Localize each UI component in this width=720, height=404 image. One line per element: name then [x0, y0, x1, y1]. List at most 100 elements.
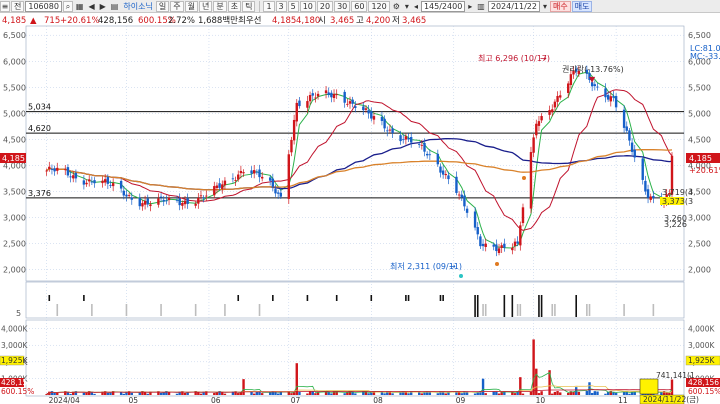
period-yearly[interactable]: 년 — [198, 0, 213, 12]
candle-body — [497, 248, 501, 254]
dropdown-icon[interactable]: ▾ — [403, 1, 411, 12]
quote-volume: 428,156 — [98, 16, 133, 26]
volume-bar — [391, 393, 394, 395]
candle-body — [484, 243, 487, 248]
high-arrow-icon: → — [540, 54, 547, 63]
candle-body — [308, 95, 312, 102]
data-count-input[interactable]: 145/2400 — [420, 0, 466, 12]
candle-body — [125, 194, 128, 197]
x-tick-label: 09 — [456, 396, 466, 404]
tab-daily[interactable]: 일 — [155, 0, 170, 12]
signal-bar — [442, 295, 444, 301]
candle-body — [143, 200, 147, 205]
rights-annotation: 권리락(-13.76%) — [562, 64, 624, 74]
candle-body — [455, 176, 458, 193]
next-arrow-icon[interactable]: ▶ — [98, 1, 108, 12]
interval-10[interactable]: 10 — [299, 0, 316, 12]
stock-code-input[interactable]: 106080 — [25, 0, 62, 12]
candle-body — [221, 184, 224, 189]
candle-body — [258, 169, 261, 178]
period-monthly[interactable]: 월 — [184, 0, 198, 12]
interval-30[interactable]: 30 — [334, 0, 351, 12]
candle-body — [628, 130, 631, 141]
candle-body — [346, 103, 349, 105]
candle-body — [364, 108, 368, 110]
price-tick-left: 6,000 — [3, 57, 26, 66]
volume-bar — [567, 393, 570, 395]
volume-bar — [146, 393, 149, 395]
volume-bar — [183, 392, 187, 395]
settings-icon[interactable]: ⚙ — [391, 1, 402, 12]
interval-3[interactable]: 3 — [275, 0, 287, 12]
volume-bar — [237, 393, 240, 395]
period-second[interactable]: 초 — [227, 0, 242, 12]
candle-body — [242, 172, 245, 174]
prev-arrow-icon[interactable]: ◀ — [86, 1, 96, 12]
low-arrow-icon: → — [449, 262, 456, 271]
stock-chart[interactable]: 4,185 ▲ 715 +20.61% 428,156 600.15% 2.72… — [0, 14, 720, 404]
scroll-right-icon[interactable]: ▸ — [466, 1, 474, 12]
sell-button[interactable]: 매도 — [571, 0, 593, 12]
candle-body — [529, 152, 533, 209]
x-tick-label: 06 — [211, 396, 221, 404]
candle-body — [391, 128, 394, 133]
volume-bar — [308, 391, 312, 395]
period-tick[interactable]: 틱 — [242, 0, 256, 12]
menu-icon[interactable]: ≡ — [0, 0, 10, 12]
volume-bar — [497, 393, 501, 395]
interval-60[interactable]: 60 — [351, 0, 368, 12]
candle-body — [316, 93, 320, 97]
candle-body — [53, 168, 56, 172]
period-weekly[interactable]: 주 — [170, 0, 184, 12]
volume-bar — [330, 393, 333, 395]
candle-body — [335, 94, 338, 96]
candle-body — [439, 166, 442, 173]
price-tick-left: 2,000 — [3, 266, 26, 275]
candle-body — [567, 83, 570, 93]
candle-body — [641, 158, 644, 180]
volume-bar — [593, 391, 597, 395]
volume-bar — [138, 392, 141, 395]
interval-5[interactable]: 5 — [287, 0, 299, 12]
price-tick-left: 2,500 — [3, 240, 26, 249]
period-minute[interactable]: 분 — [213, 0, 227, 12]
candle-body — [425, 153, 429, 156]
volume-bar — [590, 392, 594, 395]
candle-body — [519, 225, 522, 246]
vol-left-label-pct: 600.15% — [1, 387, 34, 396]
volume-bar — [276, 393, 280, 395]
volume-bar — [553, 391, 557, 395]
candle-body — [649, 196, 652, 200]
search-icon[interactable]: ⌕ — [62, 0, 73, 12]
volume-bar — [306, 393, 309, 395]
signal-bar — [503, 295, 506, 317]
candle-body — [383, 118, 386, 129]
level-label: 4,620 — [28, 124, 51, 133]
scroll-left-icon[interactable]: ◂ — [412, 1, 420, 12]
volume-bar — [186, 392, 189, 395]
calendar-icon[interactable]: ▥ — [475, 1, 487, 12]
level-label: 5,034 — [28, 103, 51, 112]
grid-icon[interactable]: ▤ — [109, 1, 121, 12]
candle-body — [181, 202, 184, 206]
candle-body — [537, 121, 541, 126]
candle-body — [354, 106, 357, 108]
signal-bar — [335, 295, 338, 301]
candle-body — [625, 126, 628, 131]
buy-button[interactable]: 매수 — [549, 0, 571, 12]
date-picker-icon[interactable]: ▾ — [541, 1, 549, 12]
date-input[interactable]: 2024/11/22 — [487, 0, 540, 12]
volume-bar — [457, 392, 461, 395]
signal-bar — [623, 304, 625, 316]
signal-bar — [160, 304, 162, 316]
chart-type-icon[interactable]: ▦ — [74, 1, 86, 12]
volume-bar — [420, 393, 424, 395]
price-type-toggle[interactable]: 전 — [11, 0, 25, 12]
stock-name[interactable]: 하이소닉 — [121, 1, 154, 12]
volume-bar — [532, 339, 535, 395]
interval-20[interactable]: 20 — [316, 0, 334, 12]
current-price-label: 4,185 — [689, 154, 712, 163]
interval-1[interactable]: 1 — [263, 0, 275, 12]
interval-120[interactable]: 120 — [368, 0, 390, 12]
candle-body — [127, 195, 131, 196]
